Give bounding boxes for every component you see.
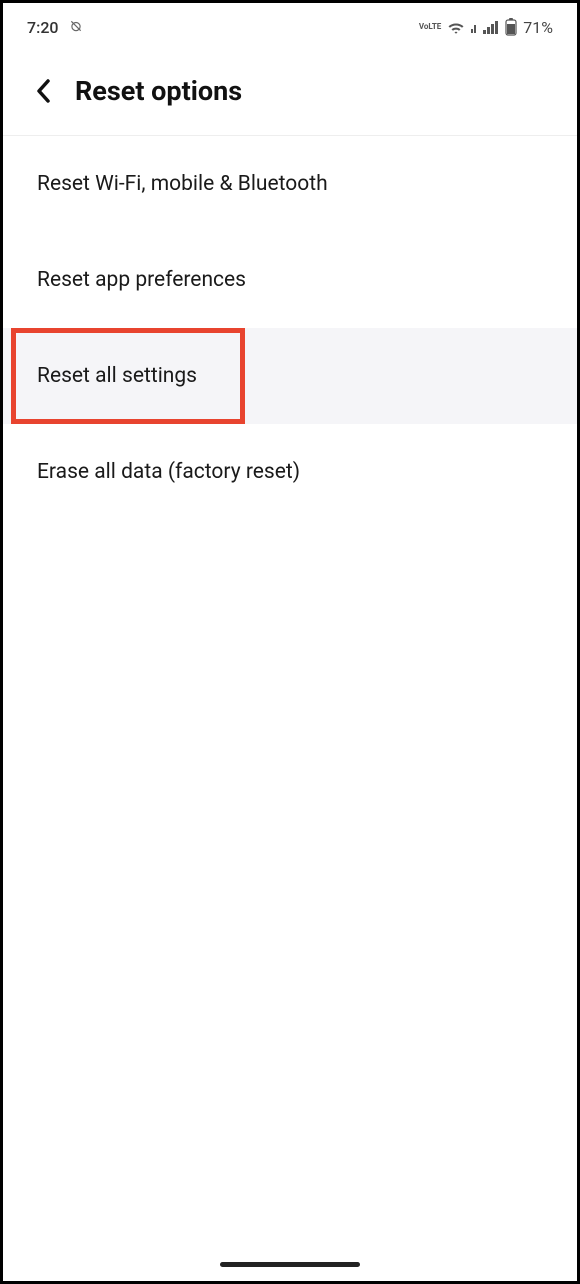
menu-item-label: Erase all data (factory reset)	[37, 460, 300, 484]
alarm-icon	[69, 18, 83, 37]
signal-icon	[483, 20, 499, 34]
volte-icon: VoLTE	[419, 23, 441, 31]
signal-secondary-icon	[471, 21, 477, 33]
status-bar: 7:20 VoLTE	[3, 3, 577, 47]
menu-list: Reset Wi-Fi, mobile & Bluetooth Reset ap…	[3, 136, 577, 520]
menu-item-label: Reset all settings	[37, 364, 197, 388]
header: Reset options	[3, 47, 577, 136]
menu-item-erase-all-data[interactable]: Erase all data (factory reset)	[3, 424, 577, 520]
menu-item-label: Reset app preferences	[37, 268, 246, 292]
battery-percent: 71%	[523, 18, 553, 37]
menu-item-label: Reset Wi-Fi, mobile & Bluetooth	[37, 172, 328, 196]
status-right: VoLTE	[419, 18, 553, 37]
wifi-icon	[447, 20, 465, 34]
menu-item-reset-app-preferences[interactable]: Reset app preferences	[3, 232, 577, 328]
status-time: 7:20	[27, 18, 59, 37]
page-title: Reset options	[75, 75, 242, 107]
chevron-left-icon	[34, 77, 54, 105]
status-left: 7:20	[27, 18, 83, 37]
menu-item-reset-wifi-mobile-bluetooth[interactable]: Reset Wi-Fi, mobile & Bluetooth	[3, 136, 577, 232]
navigation-handle[interactable]	[220, 1262, 360, 1267]
menu-item-reset-all-settings[interactable]: Reset all settings	[3, 328, 577, 424]
battery-icon	[505, 18, 517, 36]
back-button[interactable]	[31, 78, 57, 104]
